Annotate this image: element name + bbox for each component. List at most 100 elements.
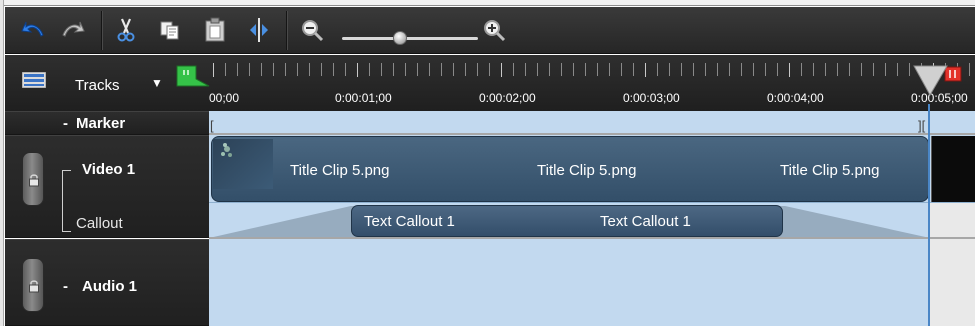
ruler-tick xyxy=(537,63,538,76)
ruler-tick xyxy=(681,63,682,76)
zoom-in-icon[interactable] xyxy=(477,13,511,47)
ruler-tick xyxy=(837,63,838,76)
marker-bracket-start: [ xyxy=(210,118,214,133)
ruler-tick xyxy=(477,63,478,76)
redo-icon[interactable] xyxy=(55,13,89,47)
audio-collapse-symbol[interactable]: - xyxy=(63,278,68,295)
ruler-tick xyxy=(813,63,814,76)
ruler-tick xyxy=(417,63,418,76)
ruler-tick xyxy=(669,63,670,76)
paste-icon[interactable] xyxy=(198,13,232,47)
chevron-down-icon[interactable]: ▼ xyxy=(151,76,163,90)
clip-thumbnail xyxy=(213,139,273,189)
marker-track-label: Marker xyxy=(76,115,126,132)
ruler-tick xyxy=(645,63,646,77)
ruler-tick xyxy=(357,63,358,77)
ruler-tick xyxy=(777,63,778,76)
ruler-tick xyxy=(405,63,406,76)
ruler-tick xyxy=(573,63,574,76)
ruler-tick xyxy=(861,63,862,76)
ruler-tick xyxy=(741,63,742,76)
zoom-slider-thumb[interactable] xyxy=(393,31,407,45)
ruler-tick xyxy=(717,63,718,76)
top-border xyxy=(0,0,975,6)
ruler-tick xyxy=(249,63,250,76)
tracks-menu-label[interactable]: Tracks xyxy=(75,77,119,94)
audio-lane[interactable] xyxy=(209,239,975,326)
next-video-clip[interactable] xyxy=(931,136,975,202)
ruler-tick xyxy=(585,63,586,76)
ruler-tick xyxy=(453,63,454,76)
ruler-tick xyxy=(309,63,310,76)
ruler-tick xyxy=(597,63,598,76)
marker-start-flag-icon[interactable] xyxy=(176,65,210,87)
audio-lane-after-end xyxy=(930,239,975,326)
undo-icon[interactable] xyxy=(17,13,51,47)
ruler-tick xyxy=(345,63,346,76)
scissors-icon[interactable] xyxy=(109,13,143,47)
split-icon[interactable] xyxy=(242,13,276,47)
video-clip-title: Title Clip 5.png xyxy=(290,162,390,179)
ruler-time-label: 0:00:02;00 xyxy=(479,91,536,105)
ruler-tick xyxy=(549,63,550,76)
zoom-out-icon[interactable] xyxy=(295,13,329,47)
audio-lock-button[interactable] xyxy=(22,258,44,312)
lock-icon xyxy=(29,280,39,293)
ruler-tick xyxy=(609,63,610,76)
ruler-tick xyxy=(693,63,694,76)
ruler-tick xyxy=(789,63,790,77)
ruler-tick xyxy=(825,63,826,76)
marker-collapse-symbol[interactable]: - xyxy=(63,115,68,132)
ruler-tick xyxy=(897,63,898,76)
zoom-slider-track[interactable] xyxy=(342,37,478,40)
ruler-tick xyxy=(261,63,262,76)
lock-icon xyxy=(29,174,39,187)
ruler-tick xyxy=(297,63,298,76)
callout-clip-title: Text Callout 1 xyxy=(600,213,691,230)
callout-lane-after-end xyxy=(930,203,975,238)
tracks-icon[interactable] xyxy=(22,72,46,88)
ruler-time-label: 0:00:03;00 xyxy=(623,91,680,105)
ruler-tick xyxy=(273,63,274,76)
timeline-toolbar xyxy=(5,7,975,54)
ruler-tick xyxy=(873,63,874,76)
ruler-tick xyxy=(213,63,214,77)
ruler-tick xyxy=(285,63,286,76)
video-clip-title: Title Clip 5.png xyxy=(780,162,880,179)
playhead-line xyxy=(928,104,930,326)
ruler-tick xyxy=(765,63,766,76)
ruler-tick xyxy=(657,63,658,76)
ruler-tick xyxy=(525,63,526,76)
ruler-tick xyxy=(393,63,394,76)
video-track-head: Video 1 Callout xyxy=(5,135,209,238)
ruler-tick xyxy=(225,63,226,76)
time-ruler[interactable]: 00;00 0:00:01;00 0:00:02;00 0:00:03;00 0:00:… xyxy=(209,55,975,111)
ruler-tick xyxy=(969,63,970,76)
ruler-tick xyxy=(441,63,442,76)
ruler-tick xyxy=(333,63,334,76)
audio-track-label: Audio 1 xyxy=(82,278,137,295)
ruler-tick xyxy=(429,63,430,76)
ruler-tick xyxy=(633,63,634,76)
ruler-tick xyxy=(753,63,754,76)
ruler-tick xyxy=(321,63,322,76)
ruler-tick xyxy=(501,63,502,77)
ruler-tick xyxy=(381,63,382,76)
playhead-icon[interactable] xyxy=(913,65,963,101)
ruler-tick xyxy=(801,63,802,76)
video-clip-title: Title Clip 5.png xyxy=(537,162,637,179)
ruler-tick xyxy=(885,63,886,76)
callout-clip-title: Text Callout 1 xyxy=(364,213,455,230)
left-border xyxy=(0,0,4,326)
marker-bracket-end: ][ xyxy=(918,118,926,133)
ruler-tick xyxy=(909,63,910,76)
ruler-tick xyxy=(729,63,730,76)
copy-icon[interactable] xyxy=(153,13,187,47)
marker-lane[interactable] xyxy=(209,111,975,135)
marker-track-head: - Marker xyxy=(5,111,209,135)
video-lock-button[interactable] xyxy=(22,152,44,206)
ruler-tick xyxy=(705,63,706,76)
ruler-tick xyxy=(849,63,850,76)
ruler-tick xyxy=(237,63,238,76)
ruler-time-label: 00;00 xyxy=(209,91,240,105)
